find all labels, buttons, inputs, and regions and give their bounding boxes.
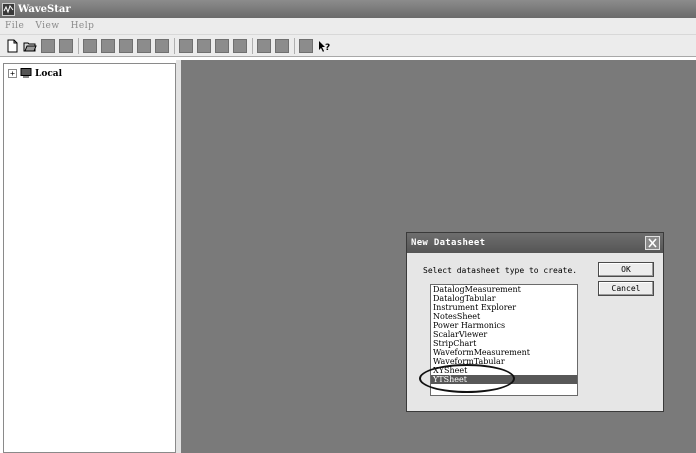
zoom-in-icon[interactable] xyxy=(257,38,271,53)
instrument-icon[interactable] xyxy=(155,38,169,53)
list-item[interactable]: Power Harmonics xyxy=(431,321,577,330)
refresh-icon[interactable] xyxy=(215,38,229,53)
menu-help[interactable]: Help xyxy=(71,21,95,31)
list-item[interactable]: DatalogMeasurement xyxy=(431,285,577,294)
tree-node-label: Local xyxy=(35,68,63,79)
menu-file[interactable]: File xyxy=(5,21,24,31)
list-item[interactable]: ScalarViewer xyxy=(431,330,577,339)
toolbar-separator xyxy=(252,37,253,54)
tree-expander[interactable]: + xyxy=(8,69,17,78)
tree-pane[interactable]: + Local xyxy=(3,63,176,453)
toolbar-separator xyxy=(294,37,295,54)
tree-node-local[interactable]: + Local xyxy=(8,68,62,79)
settings-icon[interactable] xyxy=(233,38,247,53)
tool-icon[interactable] xyxy=(83,38,97,53)
ok-button[interactable]: OK xyxy=(598,262,654,277)
dialog-title: New Datasheet xyxy=(411,238,486,248)
svg-text:?: ? xyxy=(325,43,330,53)
close-icon[interactable] xyxy=(645,236,660,250)
window-title: WaveStar xyxy=(18,3,71,15)
help-icon[interactable]: ? xyxy=(317,39,331,53)
zoom-out-icon[interactable] xyxy=(275,38,289,53)
dialog-prompt: Select datasheet type to create. xyxy=(423,266,578,275)
open-icon[interactable] xyxy=(23,39,37,53)
run-icon[interactable] xyxy=(179,38,193,53)
toolbar-separator xyxy=(78,37,79,54)
cancel-button[interactable]: Cancel xyxy=(598,281,654,296)
save-icon[interactable] xyxy=(41,38,55,53)
print-icon[interactable] xyxy=(59,38,73,53)
upload-icon[interactable] xyxy=(137,38,151,53)
menu-view[interactable]: View xyxy=(35,21,59,31)
window-icon[interactable] xyxy=(299,38,313,53)
stop-icon[interactable] xyxy=(197,38,211,53)
dialog-titlebar: New Datasheet xyxy=(407,233,663,253)
list-item[interactable]: NotesSheet xyxy=(431,312,577,321)
annotation-ellipse xyxy=(419,364,515,393)
connect-icon[interactable] xyxy=(101,38,115,53)
list-item[interactable]: Instrument Explorer xyxy=(431,303,577,312)
list-item[interactable]: DatalogTabular xyxy=(431,294,577,303)
wavestar-app-icon[interactable] xyxy=(2,2,15,16)
toolbar-separator xyxy=(174,37,175,54)
window-titlebar: WaveStar xyxy=(0,0,696,18)
list-item[interactable]: StripChart xyxy=(431,339,577,348)
toolbar: ? xyxy=(0,35,696,57)
computer-icon xyxy=(20,68,32,79)
menu-bar: File View Help xyxy=(0,18,696,35)
new-icon[interactable] xyxy=(5,39,19,53)
list-item[interactable]: WaveformMeasurement xyxy=(431,348,577,357)
download-icon[interactable] xyxy=(119,38,133,53)
